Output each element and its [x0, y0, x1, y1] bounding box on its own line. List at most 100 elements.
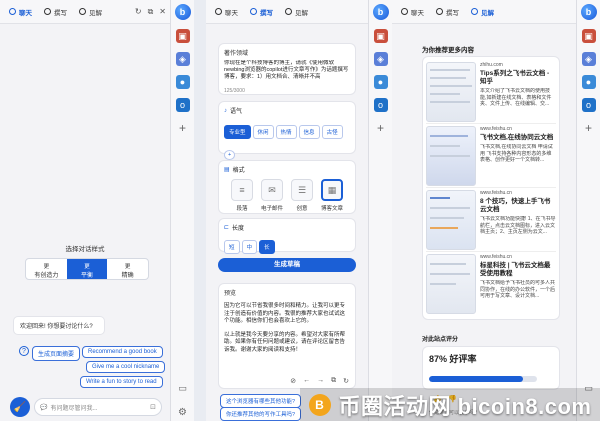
tab-compose[interactable]: 撰写 — [39, 4, 72, 20]
tone-enthusiastic[interactable]: 热情 — [275, 125, 297, 139]
tab-insights[interactable]: 见解 — [466, 4, 499, 20]
briefcase-icon[interactable]: ▣ — [175, 29, 190, 43]
chat-input[interactable]: 💬 有问题尽管问我... ⊡ — [34, 398, 162, 416]
stop-icon[interactable]: ⊘ — [290, 377, 296, 385]
list-item[interactable]: www.feishu.cn 8 个技巧，快速上手飞书云文档 飞书云文档功能快捷!… — [426, 188, 556, 252]
briefcase-icon[interactable]: ▣ — [373, 29, 388, 43]
shopping-icon[interactable]: ◈ — [175, 52, 190, 66]
outlook-icon[interactable]: o — [373, 98, 388, 112]
refresh-icon[interactable]: ↻ — [135, 7, 142, 17]
tab-chat[interactable]: 聊天 — [4, 4, 37, 20]
generate-draft-button[interactable]: 生成草稿 — [218, 258, 356, 272]
settings-icon[interactable]: ⚙ — [176, 405, 190, 419]
compose-panel: 聊天 撰写 见解 著作领域 你现在是个科技博客的博主，请就《使用微软newbin… — [206, 0, 368, 421]
item-domain: www.feishu.cn — [480, 190, 512, 196]
section-title: 为你推荐更多内容 — [422, 47, 474, 54]
tone-informational[interactable]: 信息 — [298, 125, 320, 139]
close-icon[interactable]: ✕ — [159, 7, 166, 17]
back-icon[interactable]: ← — [303, 377, 310, 385]
suggestion-story[interactable]: Write a fun to story to read — [80, 376, 163, 388]
item-title[interactable]: Tips系列之飞书云文档 - 知乎 — [480, 70, 556, 86]
item-snippet: 飞书文档给予飞书社员的可多人共同协作，在线的办公软件，一个后可用于写文章、设计文… — [480, 280, 556, 299]
tab-insights[interactable]: 见解 — [74, 4, 107, 20]
item-title[interactable]: 标星科技 | 飞书云文档最受使用教程 — [480, 262, 556, 278]
bing-logo-icon[interactable]: b — [174, 4, 191, 20]
forward-icon[interactable]: → — [317, 377, 324, 385]
insights-icon — [285, 8, 292, 15]
tone-professional[interactable]: 专业型 — [224, 125, 251, 139]
shopping-icon[interactable]: ◈ — [581, 52, 596, 66]
person-icon[interactable]: ● — [373, 75, 388, 89]
chat-icon — [9, 8, 16, 15]
tone-add-button[interactable]: + — [224, 150, 236, 160]
tab-compose[interactable]: 撰写 — [431, 4, 464, 20]
image-icon[interactable]: ⊡ — [150, 403, 156, 411]
suggestion-nickname[interactable]: Give me a cool nickname — [86, 361, 166, 373]
length-long[interactable]: 长 — [259, 240, 275, 254]
add-icon[interactable]: + — [582, 121, 596, 135]
tab-insights[interactable]: 见解 — [280, 4, 313, 20]
screen-icon[interactable]: ▭ — [176, 381, 190, 395]
bing-logo-icon[interactable]: b — [372, 4, 389, 20]
tone-casual[interactable]: 休闲 — [252, 125, 274, 139]
email-icon: ✉ — [261, 179, 283, 201]
format-label: 格式 — [232, 168, 245, 174]
preview-paragraph-2: 以上就是我今天要分享的内容。希望对大家有所帮助。如果你有任何问题或建议，请在评论… — [224, 331, 346, 353]
tab-chat[interactable]: 聊天 — [396, 4, 429, 20]
chat-icon — [215, 8, 222, 15]
suggestion-book[interactable]: Recommend a good book — [82, 346, 163, 358]
style-balanced-button[interactable]: 更 平衡 — [66, 259, 108, 279]
item-snippet: 本文介绍了飞书云文档的使用技能,如新建在线文档、表格和文件夹、文件上传、在线编辑… — [480, 88, 552, 107]
format-idea[interactable]: ☰ 创意 — [290, 179, 314, 212]
related-card: zhihu.com Tips系列之飞书云文档 - 知乎 本文介绍了飞书云文档的使… — [422, 56, 560, 320]
format-blog[interactable]: ▦ 博客文章 — [320, 179, 344, 212]
panel-tabs: 聊天 撰写 见解 — [206, 0, 368, 24]
add-icon[interactable]: + — [374, 121, 388, 135]
format-card: ▤ 格式 ≡ 段落 ✉ 电子邮件 ☰ 创意 ▦ 博客文章 — [218, 160, 356, 214]
item-snippet: 飞书云文档功能快捷! 1、在飞书导航栏，点击云文档图标，进入云文档主页；2、主页… — [480, 216, 556, 235]
compose-icon — [436, 8, 443, 15]
suggestion-other-tools[interactable]: 你还推荐其他的写作工具吗? — [220, 407, 302, 421]
length-label: 长度 — [232, 226, 245, 232]
add-icon[interactable]: + — [176, 121, 190, 135]
list-item[interactable]: zhihu.com Tips系列之飞书云文档 - 知乎 本文介绍了飞书云文档的使… — [426, 60, 556, 124]
thumbnail-image — [426, 254, 476, 314]
suggestion-other-features[interactable]: 这个浏览器有哪些其他功能? — [220, 394, 302, 408]
style-creative-button[interactable]: 更 有创造力 — [26, 259, 67, 279]
refresh-icon[interactable]: ↻ — [343, 377, 349, 385]
suggestion-summarize[interactable]: 生成页面摘要 — [32, 346, 81, 361]
tab-compose[interactable]: 撰写 — [245, 4, 278, 20]
outlook-icon[interactable]: o — [175, 98, 190, 112]
help-icon[interactable]: ? — [19, 346, 29, 356]
style-precise-button[interactable]: 更 精确 — [107, 259, 148, 279]
person-icon[interactable]: ● — [175, 75, 190, 89]
style-title: 选择对话样式 — [65, 246, 105, 253]
format-paragraph[interactable]: ≡ 段落 — [230, 179, 254, 212]
item-title[interactable]: 8 个技巧，快速上手飞书云文档 — [480, 198, 556, 214]
open-new-icon[interactable]: ⧉ — [148, 7, 154, 17]
item-domain: www.feishu.cn — [480, 254, 512, 260]
preview-paragraph-1: 因为它可以节省我很多时间和精力。让我可以更专注于创造有价值的内容。我很的推荐大家… — [224, 303, 346, 324]
list-item[interactable]: www.feishu.cn 标星科技 | 飞书云文档最受使用教程 飞书文档给予飞… — [426, 252, 556, 316]
insights-icon — [79, 8, 86, 15]
tone-funny[interactable]: 古怪 — [321, 125, 343, 139]
tab-chat[interactable]: 聊天 — [210, 4, 243, 20]
length-medium[interactable]: 中 — [241, 240, 258, 254]
thumbnail-image — [426, 190, 476, 250]
bitcoin-icon: B — [308, 393, 331, 416]
bing-logo-icon[interactable]: b — [580, 4, 597, 20]
briefcase-icon[interactable]: ▣ — [581, 29, 596, 43]
format-email[interactable]: ✉ 电子邮件 — [260, 179, 284, 212]
idea-icon: ☰ — [291, 179, 313, 201]
item-title[interactable]: 飞书文档,在线协同云文档 — [480, 134, 556, 142]
chat-input-placeholder: 有问题尽管问我... — [50, 405, 98, 412]
copy-icon[interactable]: ⧉ — [331, 377, 336, 385]
outlook-icon[interactable]: o — [581, 98, 596, 112]
list-item[interactable]: www.feishu.cn 飞书文档,在线协同云文档 飞书文档,在线协同云文档 … — [426, 124, 556, 188]
new-topic-button[interactable]: 🧹 — [10, 397, 30, 417]
topic-textarea[interactable]: 你现在是个科技博客的博主，请就《使用微软newbing浏览器的copilot进行… — [224, 60, 350, 88]
length-short[interactable]: 短 — [224, 240, 240, 254]
person-icon[interactable]: ● — [581, 75, 596, 89]
shopping-icon[interactable]: ◈ — [373, 52, 388, 66]
topic-label: 著作领域 — [224, 51, 249, 57]
